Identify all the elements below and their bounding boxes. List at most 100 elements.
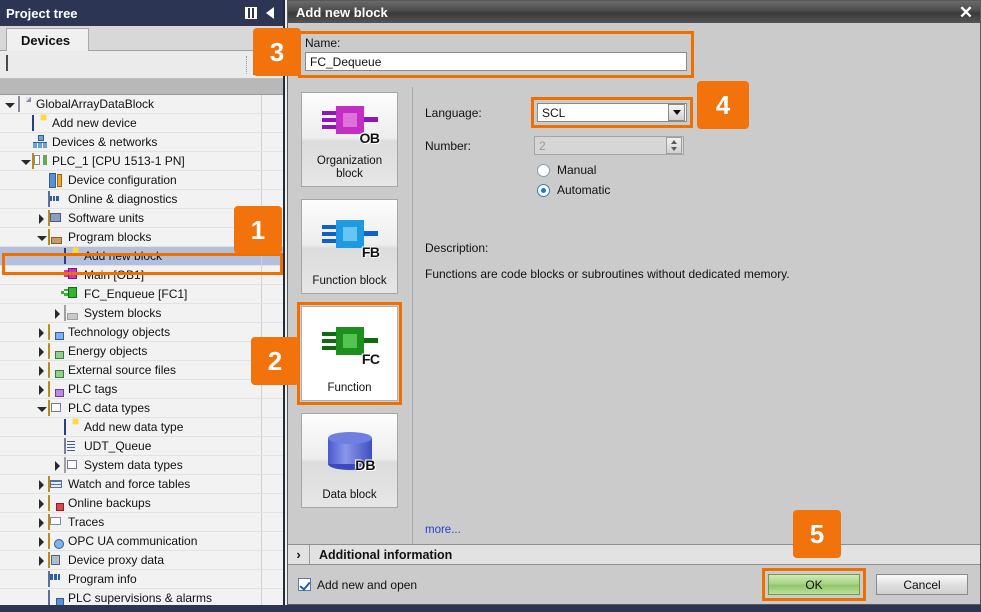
additional-information-bar[interactable]: › Additional information <box>288 544 980 565</box>
tree-item-label: PLC_1 [CPU 1513-1 PN] <box>52 154 185 168</box>
tree-item-label: Watch and force tables <box>68 477 191 491</box>
tree-item-plc-data-types[interactable]: PLC data types <box>0 399 283 418</box>
tree-item-add-new-data-type[interactable]: Add new data type <box>0 418 283 437</box>
project-tree-list[interactable]: GlobalArrayDataBlock Add new device Device… <box>0 95 283 612</box>
tree-item-fc-enqueue-fc1[interactable]: FC_Enqueue [FC1] <box>0 285 283 304</box>
ob-block-icon: OB <box>321 104 380 146</box>
collapse-arrow-icon[interactable] <box>52 460 63 471</box>
block-type-fc[interactable]: FC Function <box>297 302 402 405</box>
dialog-body: OB Organization block FB Function block FC Fun… <box>288 87 980 544</box>
add-new-and-open-label: Add new and open <box>317 577 418 592</box>
fb-block-icon: FB <box>321 218 380 260</box>
expand-arrow-icon[interactable] <box>36 403 47 414</box>
tree-item-device-proxy-data[interactable]: Device proxy data <box>0 551 283 570</box>
tree-item-label: Software units <box>68 211 145 225</box>
language-row: Language: SCL <box>425 97 966 128</box>
collapse-arrow-icon[interactable] <box>36 327 47 338</box>
system-blocks-folder-icon <box>64 304 80 321</box>
block-type-list[interactable]: OB Organization block FB Function block FC Fun… <box>288 87 413 544</box>
tree-item-label: PLC tags <box>68 382 118 396</box>
tree-item-system-data-types[interactable]: System data types <box>0 456 283 475</box>
collapse-arrow-icon[interactable] <box>36 536 47 547</box>
close-icon[interactable]: ✕ <box>956 2 976 22</box>
tree-item-label: Add new block <box>84 249 163 263</box>
number-stepper: 2 <box>534 136 684 155</box>
more-link[interactable]: more... <box>425 524 461 536</box>
radio-manual-row[interactable]: Manual <box>537 163 966 177</box>
language-dropdown[interactable]: SCL <box>537 103 687 122</box>
tree-item-devices-networks[interactable]: Devices & networks <box>0 133 283 152</box>
tree-item-traces[interactable]: Traces <box>0 513 283 532</box>
collapse-arrow-icon[interactable] <box>36 555 47 566</box>
project-tree-toolbar <box>0 51 283 79</box>
software-units-folder-icon <box>48 209 64 226</box>
tree-item-energy-objects[interactable]: Energy objects <box>0 342 283 361</box>
toolbar-separator <box>246 55 247 74</box>
collapse-arrow-icon[interactable] <box>36 517 47 528</box>
description-text: Functions are code blocks or subroutines… <box>425 267 790 281</box>
tree-item-device-configuration[interactable]: Device configuration <box>0 171 283 190</box>
expand-arrow-icon[interactable] <box>4 99 15 110</box>
tree-item-program-info[interactable]: Program info <box>0 570 283 589</box>
radio-manual[interactable] <box>537 163 550 177</box>
tree-item-add-new-device[interactable]: Add new device <box>0 114 283 133</box>
tree-item-label: Technology objects <box>68 325 171 339</box>
project-tree-column-strip <box>0 79 283 95</box>
number-row: Number: 2 <box>425 136 966 155</box>
radio-automatic[interactable] <box>537 183 550 197</box>
block-type-fb[interactable]: FB Function block <box>301 199 398 294</box>
tree-item-system-blocks[interactable]: System blocks <box>0 304 283 323</box>
block-type-label: Function <box>327 382 372 394</box>
tree-item-main-ob1[interactable]: Main [OB1] <box>0 266 283 285</box>
program-blocks-folder-icon <box>48 228 64 245</box>
project-tree-title: Project tree <box>6 5 78 21</box>
project-tree-header: Project tree <box>0 0 283 26</box>
tree-settings-icon[interactable] <box>6 54 24 74</box>
technology-objects-folder-icon <box>48 323 64 340</box>
annotation-badge-3: 3 <box>253 28 301 76</box>
collapse-arrow-icon[interactable] <box>36 384 47 395</box>
collapse-arrow-icon[interactable] <box>36 498 47 509</box>
collapse-arrow-icon[interactable] <box>36 479 47 490</box>
tree-item-watch-and-force-tables[interactable]: Watch and force tables <box>0 475 283 494</box>
plc-data-types-folder-icon <box>48 399 64 416</box>
collapse-arrow-icon[interactable] <box>36 213 47 224</box>
cancel-button[interactable]: Cancel <box>876 574 968 595</box>
tree-item-udt-queue[interactable]: UDT_Queue <box>0 437 283 456</box>
block-type-db[interactable]: DB Data block <box>301 413 398 508</box>
tree-item-plc-tags[interactable]: PLC tags <box>0 380 283 399</box>
name-input[interactable]: FC_Dequeue <box>305 52 687 71</box>
expand-arrow-icon[interactable] <box>36 232 47 243</box>
tree-item-plc-1-cpu-1513-1-pn[interactable]: PLC_1 [CPU 1513-1 PN] <box>0 152 283 171</box>
collapse-arrow-icon[interactable] <box>36 346 47 357</box>
udt-icon <box>64 437 80 454</box>
chevron-down-icon[interactable] <box>668 104 685 121</box>
add-new-and-open-row[interactable]: Add new and open <box>298 578 762 592</box>
tree-item-opc-ua-communication[interactable]: OPC UA communication <box>0 532 283 551</box>
block-type-ob[interactable]: OB Organization block <box>301 92 398 187</box>
dialog-name-area: Name: FC_Dequeue <box>288 23 980 87</box>
columns-icon[interactable] <box>245 7 257 19</box>
tab-devices[interactable]: Devices <box>6 28 90 51</box>
tree-item-technology-objects[interactable]: Technology objects <box>0 323 283 342</box>
tab-devices-label: Devices <box>21 32 71 48</box>
name-label: Name: <box>305 36 341 50</box>
device-proxy-data-icon <box>48 551 64 568</box>
tree-item-label: GlobalArrayDataBlock <box>36 97 155 111</box>
tree-item-online-backups[interactable]: Online backups <box>0 494 283 513</box>
collapse-arrow-icon[interactable] <box>36 365 47 376</box>
add-new-and-open-checkbox[interactable] <box>298 578 311 591</box>
ok-button[interactable]: OK <box>768 574 860 595</box>
collapse-arrow-icon[interactable] <box>52 308 63 319</box>
annotation-badge-1: 1 <box>234 206 282 254</box>
collapse-left-icon[interactable] <box>266 7 274 19</box>
name-field-highlight: Name: FC_Dequeue <box>298 31 694 78</box>
expand-arrow-icon[interactable] <box>20 156 31 167</box>
language-label: Language: <box>425 105 482 120</box>
tree-item-external-source-files[interactable]: External source files <box>0 361 283 380</box>
radio-automatic-row[interactable]: Automatic <box>537 183 966 197</box>
description-label: Description: <box>425 241 489 255</box>
chevron-right-icon[interactable]: › <box>288 545 310 564</box>
add-new-data-type-icon <box>64 418 80 435</box>
